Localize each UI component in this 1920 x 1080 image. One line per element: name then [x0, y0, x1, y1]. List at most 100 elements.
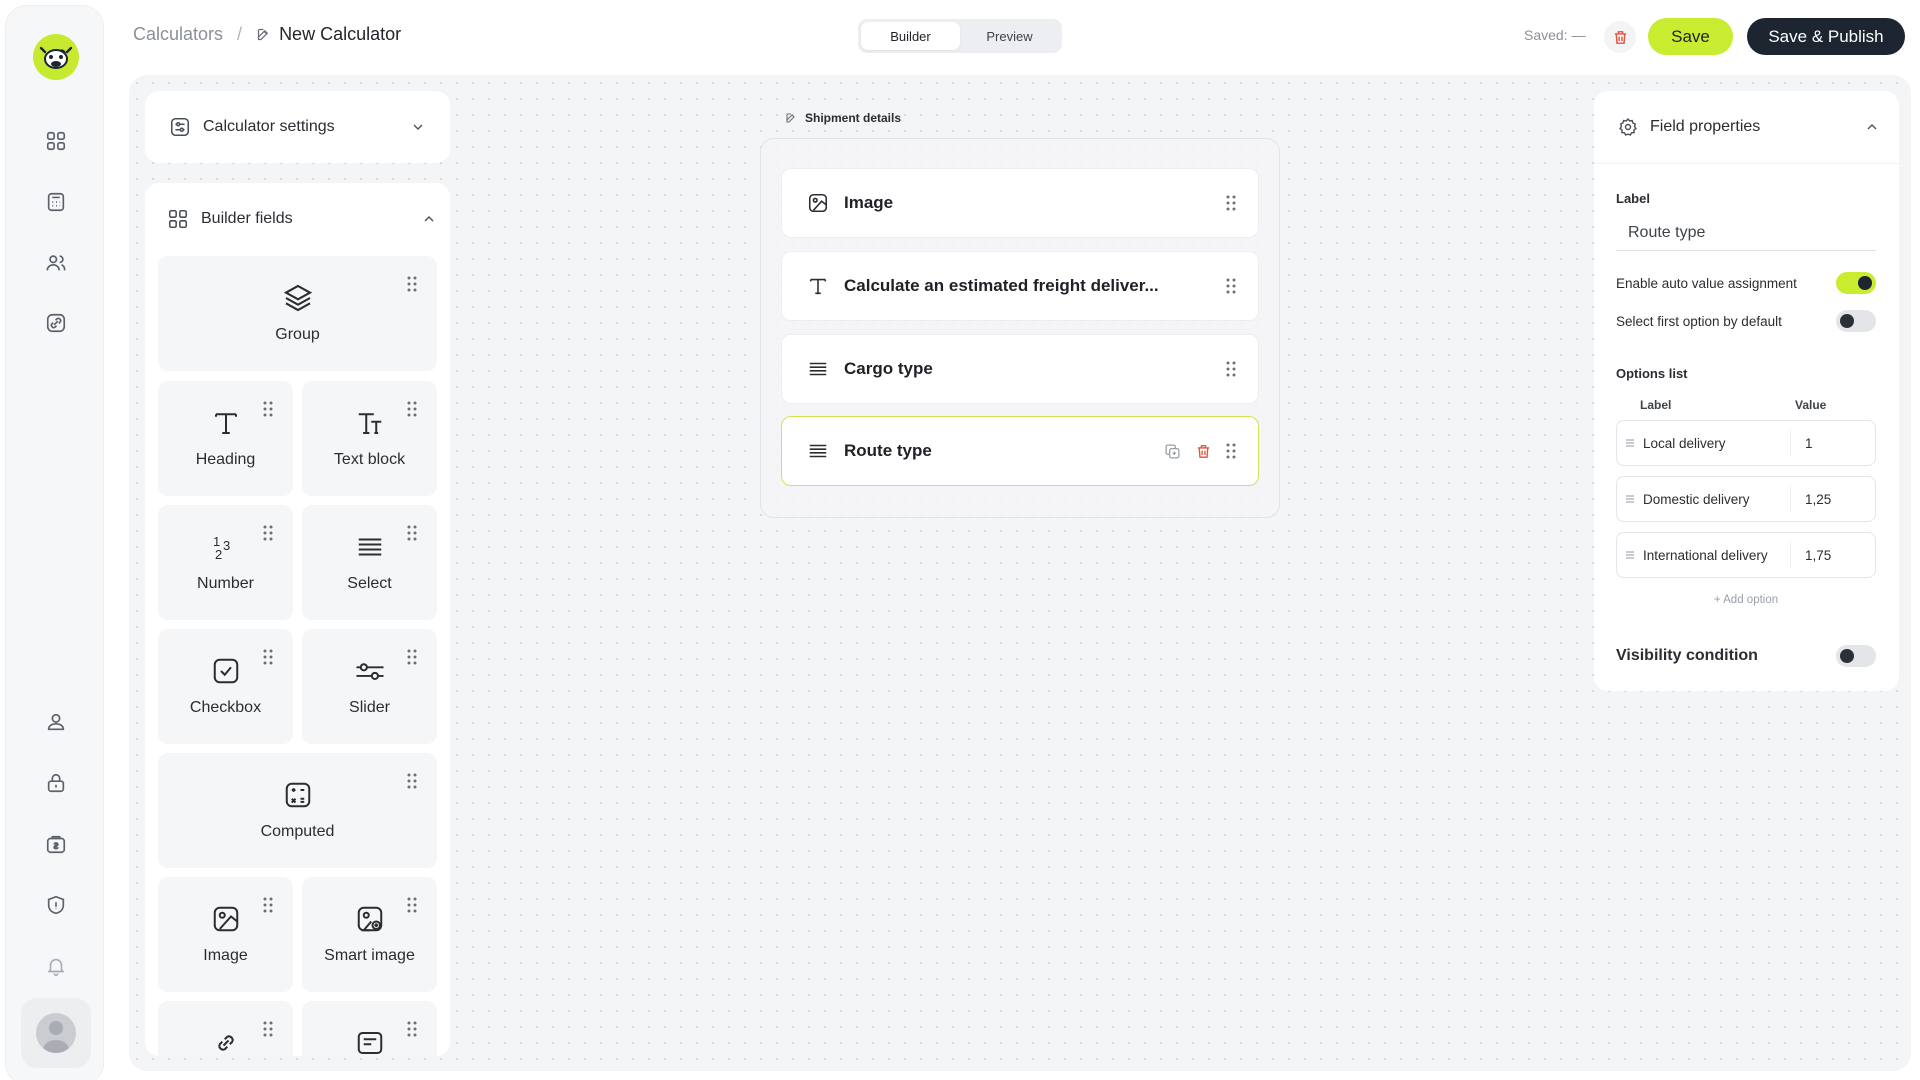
option-value[interactable]: 1 — [1791, 436, 1875, 451]
grid-icon — [167, 208, 189, 230]
saved-status: Saved: — — [1524, 27, 1586, 43]
field-tile-select[interactable]: Select — [302, 505, 437, 620]
option-row[interactable]: Local delivery 1 — [1616, 420, 1876, 466]
drag-handle-icon[interactable] — [407, 1021, 417, 1037]
field-tile-heading[interactable]: Heading — [158, 381, 293, 496]
link-icon[interactable] — [44, 311, 68, 335]
tile-label: Smart image — [324, 947, 415, 964]
users-icon[interactable] — [44, 251, 68, 275]
tile-label: Image — [203, 947, 248, 964]
field-tile-text-block[interactable]: Text block — [302, 381, 437, 496]
drag-handle-icon[interactable] — [263, 525, 273, 541]
breadcrumb: Calculators / New Calculator — [133, 24, 401, 45]
drag-handle-icon[interactable] — [263, 897, 273, 913]
field-label-input[interactable] — [1616, 215, 1876, 251]
delete-field-icon[interactable] — [1195, 443, 1212, 460]
save-button[interactable]: Save — [1648, 18, 1733, 55]
breadcrumb-root-link[interactable]: Calculators — [133, 24, 223, 45]
checkbox-icon — [208, 653, 244, 689]
chevron-up-icon[interactable] — [421, 211, 437, 227]
group-title[interactable]: Shipment details — [785, 111, 901, 125]
user-avatar[interactable] — [21, 998, 91, 1068]
tile-label: Computed — [260, 823, 335, 840]
calculator-settings-panel[interactable]: Calculator settings — [145, 91, 450, 163]
canvas-field-cargo-type[interactable]: Cargo type — [781, 334, 1259, 404]
auto-value-label: Enable auto value assignment — [1616, 275, 1797, 291]
option-row[interactable]: International delivery 1,75 — [1616, 532, 1876, 578]
first-option-label: Select first option by default — [1616, 313, 1782, 329]
heading-icon — [208, 405, 244, 441]
option-label[interactable]: Local delivery — [1643, 429, 1791, 457]
add-option-button[interactable]: + Add option — [1616, 594, 1876, 606]
drag-handle-icon[interactable] — [407, 897, 417, 913]
field-tile-card[interactable] — [302, 1001, 437, 1056]
drag-handle-icon[interactable] — [1226, 361, 1236, 377]
chevron-down-icon[interactable] — [410, 119, 426, 135]
app-logo[interactable] — [33, 34, 79, 80]
lock-icon[interactable] — [44, 771, 68, 795]
canvas-field-heading[interactable]: Calculate an estimated freight deliver..… — [781, 251, 1259, 321]
panel-divider — [1594, 163, 1899, 164]
field-tile-group[interactable]: Group — [158, 256, 437, 371]
option-drag-icon[interactable] — [1617, 494, 1643, 504]
drag-handle-icon[interactable] — [407, 401, 417, 417]
chevron-up-icon[interactable] — [1864, 119, 1880, 135]
calculator-icon[interactable] — [44, 190, 68, 214]
tile-label: Text block — [333, 451, 406, 468]
field-tile-link[interactable] — [158, 1001, 293, 1056]
trash-icon — [1614, 30, 1626, 44]
drag-handle-icon[interactable] — [407, 276, 417, 292]
field-tile-smart-image[interactable]: Smart image — [302, 877, 437, 992]
drag-handle-icon[interactable] — [1226, 278, 1236, 294]
option-label[interactable]: International delivery — [1643, 541, 1791, 569]
first-option-toggle[interactable] — [1836, 310, 1876, 332]
save-and-publish-button[interactable]: Save & Publish — [1747, 18, 1905, 55]
computed-icon — [280, 777, 316, 813]
drag-handle-icon[interactable] — [263, 401, 273, 417]
dashboard-icon[interactable] — [44, 129, 68, 153]
settings-sliders-icon — [169, 116, 191, 138]
tile-label: Checkbox — [189, 699, 262, 716]
field-label: Image — [844, 193, 894, 212]
auto-value-toggle[interactable] — [1836, 272, 1876, 294]
canvas-field-route-type[interactable]: Route type — [781, 416, 1259, 486]
option-drag-icon[interactable] — [1617, 438, 1643, 448]
billing-icon[interactable] — [44, 832, 68, 856]
tab-preview[interactable]: Preview — [960, 22, 1059, 50]
drag-handle-icon[interactable] — [1226, 195, 1236, 211]
field-tile-slider[interactable]: Slider — [302, 629, 437, 744]
user-icon[interactable] — [44, 710, 68, 734]
field-tile-computed[interactable]: Computed — [158, 753, 437, 868]
option-label[interactable]: Domestic delivery — [1643, 485, 1791, 513]
drag-handle-icon[interactable] — [407, 773, 417, 789]
breadcrumb-separator: / — [237, 24, 243, 44]
bell-icon[interactable] — [44, 954, 68, 978]
svg-text:2: 2 — [215, 547, 222, 562]
drag-handle-icon[interactable] — [263, 649, 273, 665]
delete-calculator-button[interactable] — [1604, 21, 1636, 53]
visibility-toggle[interactable] — [1836, 645, 1876, 667]
drag-handle-icon[interactable] — [1226, 443, 1236, 459]
canvas-field-image[interactable]: Image — [781, 168, 1259, 238]
visibility-row: Visibility condition — [1616, 645, 1876, 667]
option-value[interactable]: 1,25 — [1791, 492, 1875, 507]
option-drag-icon[interactable] — [1617, 550, 1643, 560]
field-tile-checkbox[interactable]: Checkbox — [158, 629, 293, 744]
left-nav-rail — [5, 5, 104, 1080]
duplicate-icon[interactable] — [1164, 443, 1181, 460]
field-tile-image[interactable]: Image — [158, 877, 293, 992]
shield-icon[interactable] — [44, 893, 68, 917]
field-tile-number[interactable]: 132 Number — [158, 505, 293, 620]
tab-builder[interactable]: Builder — [861, 22, 960, 50]
edit-icon[interactable] — [785, 112, 797, 124]
slider-icon — [352, 653, 388, 689]
drag-handle-icon[interactable] — [407, 525, 417, 541]
option-value[interactable]: 1,75 — [1791, 548, 1875, 563]
edit-name-icon[interactable] — [256, 27, 271, 42]
properties-panel-title: Field properties — [1650, 118, 1761, 135]
svg-text:3: 3 — [223, 538, 230, 553]
drag-handle-icon[interactable] — [263, 1021, 273, 1037]
calculator-name[interactable]: New Calculator — [279, 24, 401, 45]
option-row[interactable]: Domestic delivery 1,25 — [1616, 476, 1876, 522]
drag-handle-icon[interactable] — [407, 649, 417, 665]
